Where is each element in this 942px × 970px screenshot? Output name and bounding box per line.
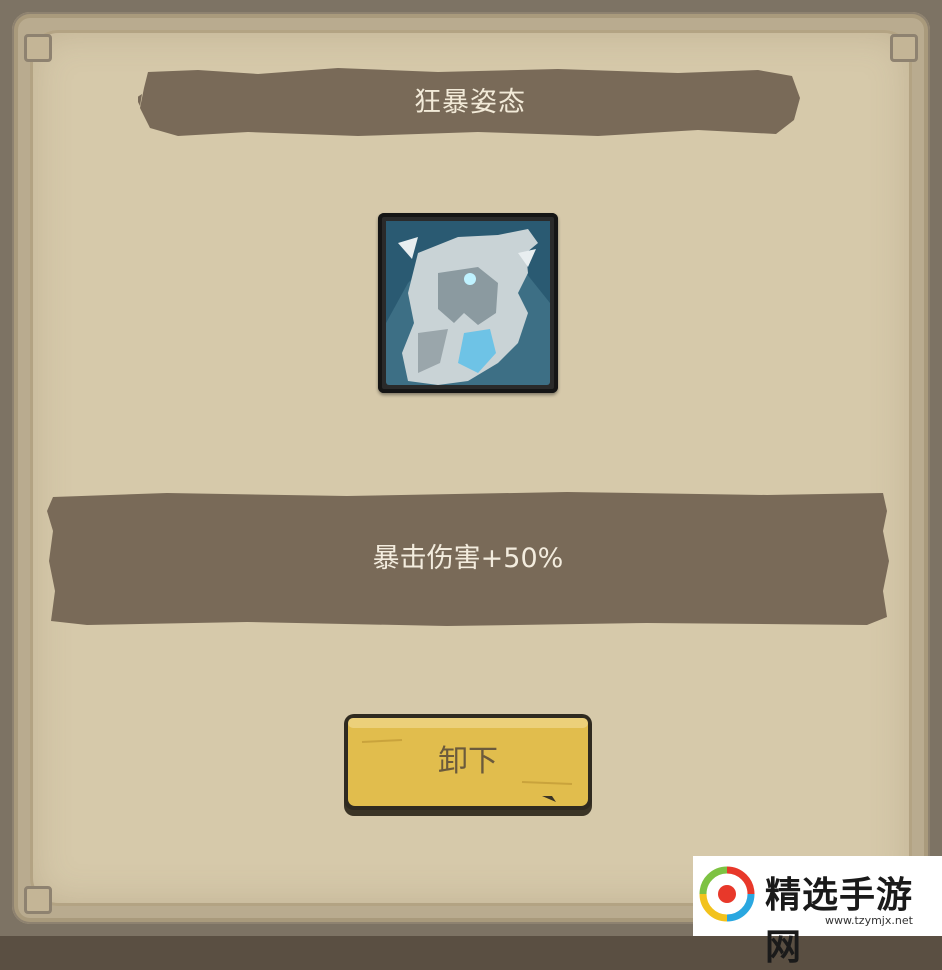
title-banner: 狂暴姿态 — [138, 68, 802, 138]
unequip-button-label: 卸下 — [438, 744, 498, 779]
corner-ornament — [890, 34, 918, 62]
unequip-button[interactable]: 卸下 — [342, 712, 594, 818]
corner-ornament — [24, 34, 52, 62]
skill-description: 暴击伤害+50% — [372, 543, 564, 574]
corner-ornament — [24, 886, 52, 914]
description-band: 暴击伤害+50% — [47, 491, 889, 627]
watermark: 精选手游网 www.tzymjx.net — [693, 856, 942, 968]
watermark-logo-icon — [699, 866, 755, 922]
watermark-url: www.tzymjx.net — [825, 914, 913, 927]
dialog-frame: 狂暴姿态 暴击伤害+50% 卸下 — [0, 0, 942, 936]
dialog-title: 狂暴姿态 — [414, 87, 526, 118]
berserker-portrait-icon — [378, 213, 558, 393]
